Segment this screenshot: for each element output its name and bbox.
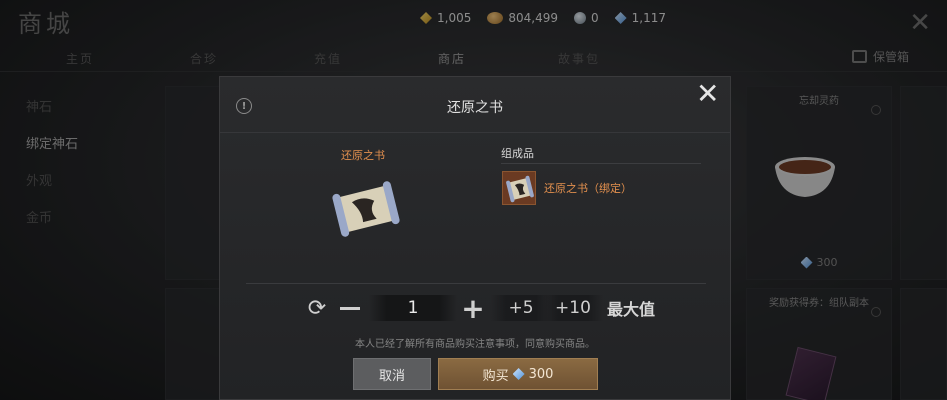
components-divider [501,163,701,164]
increase-button[interactable]: + [460,292,486,325]
quantity-input[interactable]: 1 [369,295,457,321]
item-name: 还原之书 [341,149,385,162]
purchase-dialog: ! 还原之书 还原之书 组成品 还原之书（绑定） ⟳ 1 + +5 +10 最大… [219,76,731,400]
add-ten-button[interactable]: +10 [543,295,603,321]
buy-button[interactable]: 购买 300 [438,358,598,390]
cancel-button[interactable]: 取消 [353,358,431,390]
component-item[interactable]: 还原之书（绑定） [502,171,632,205]
buy-label: 购买 [482,368,509,384]
add-five-button[interactable]: +5 [491,295,551,321]
purchase-notice: 本人已经了解所有商品购买注意事项，同意购买商品。 [355,339,595,350]
decrease-button[interactable] [337,293,363,323]
component-thumbnail [502,171,536,205]
scroll-book-icon [506,175,534,203]
max-quantity-button[interactable]: 最大值 [601,293,661,323]
quantity-divider [246,283,706,284]
component-name: 还原之书（绑定） [544,182,632,195]
scroll-book-icon [332,181,400,237]
buy-price: 300 [528,366,554,382]
blue-gem-icon [512,368,525,380]
dialog-title: 还原之书 [447,100,503,116]
dialog-close-icon[interactable]: ✕ [696,80,719,108]
reset-icon[interactable]: ⟳ [303,293,331,323]
dialog-header: ! 还原之书 [220,77,730,133]
components-label: 组成品 [501,147,534,160]
quantity-stepper: ⟳ 1 + +5 +10 最大值 [303,292,683,325]
